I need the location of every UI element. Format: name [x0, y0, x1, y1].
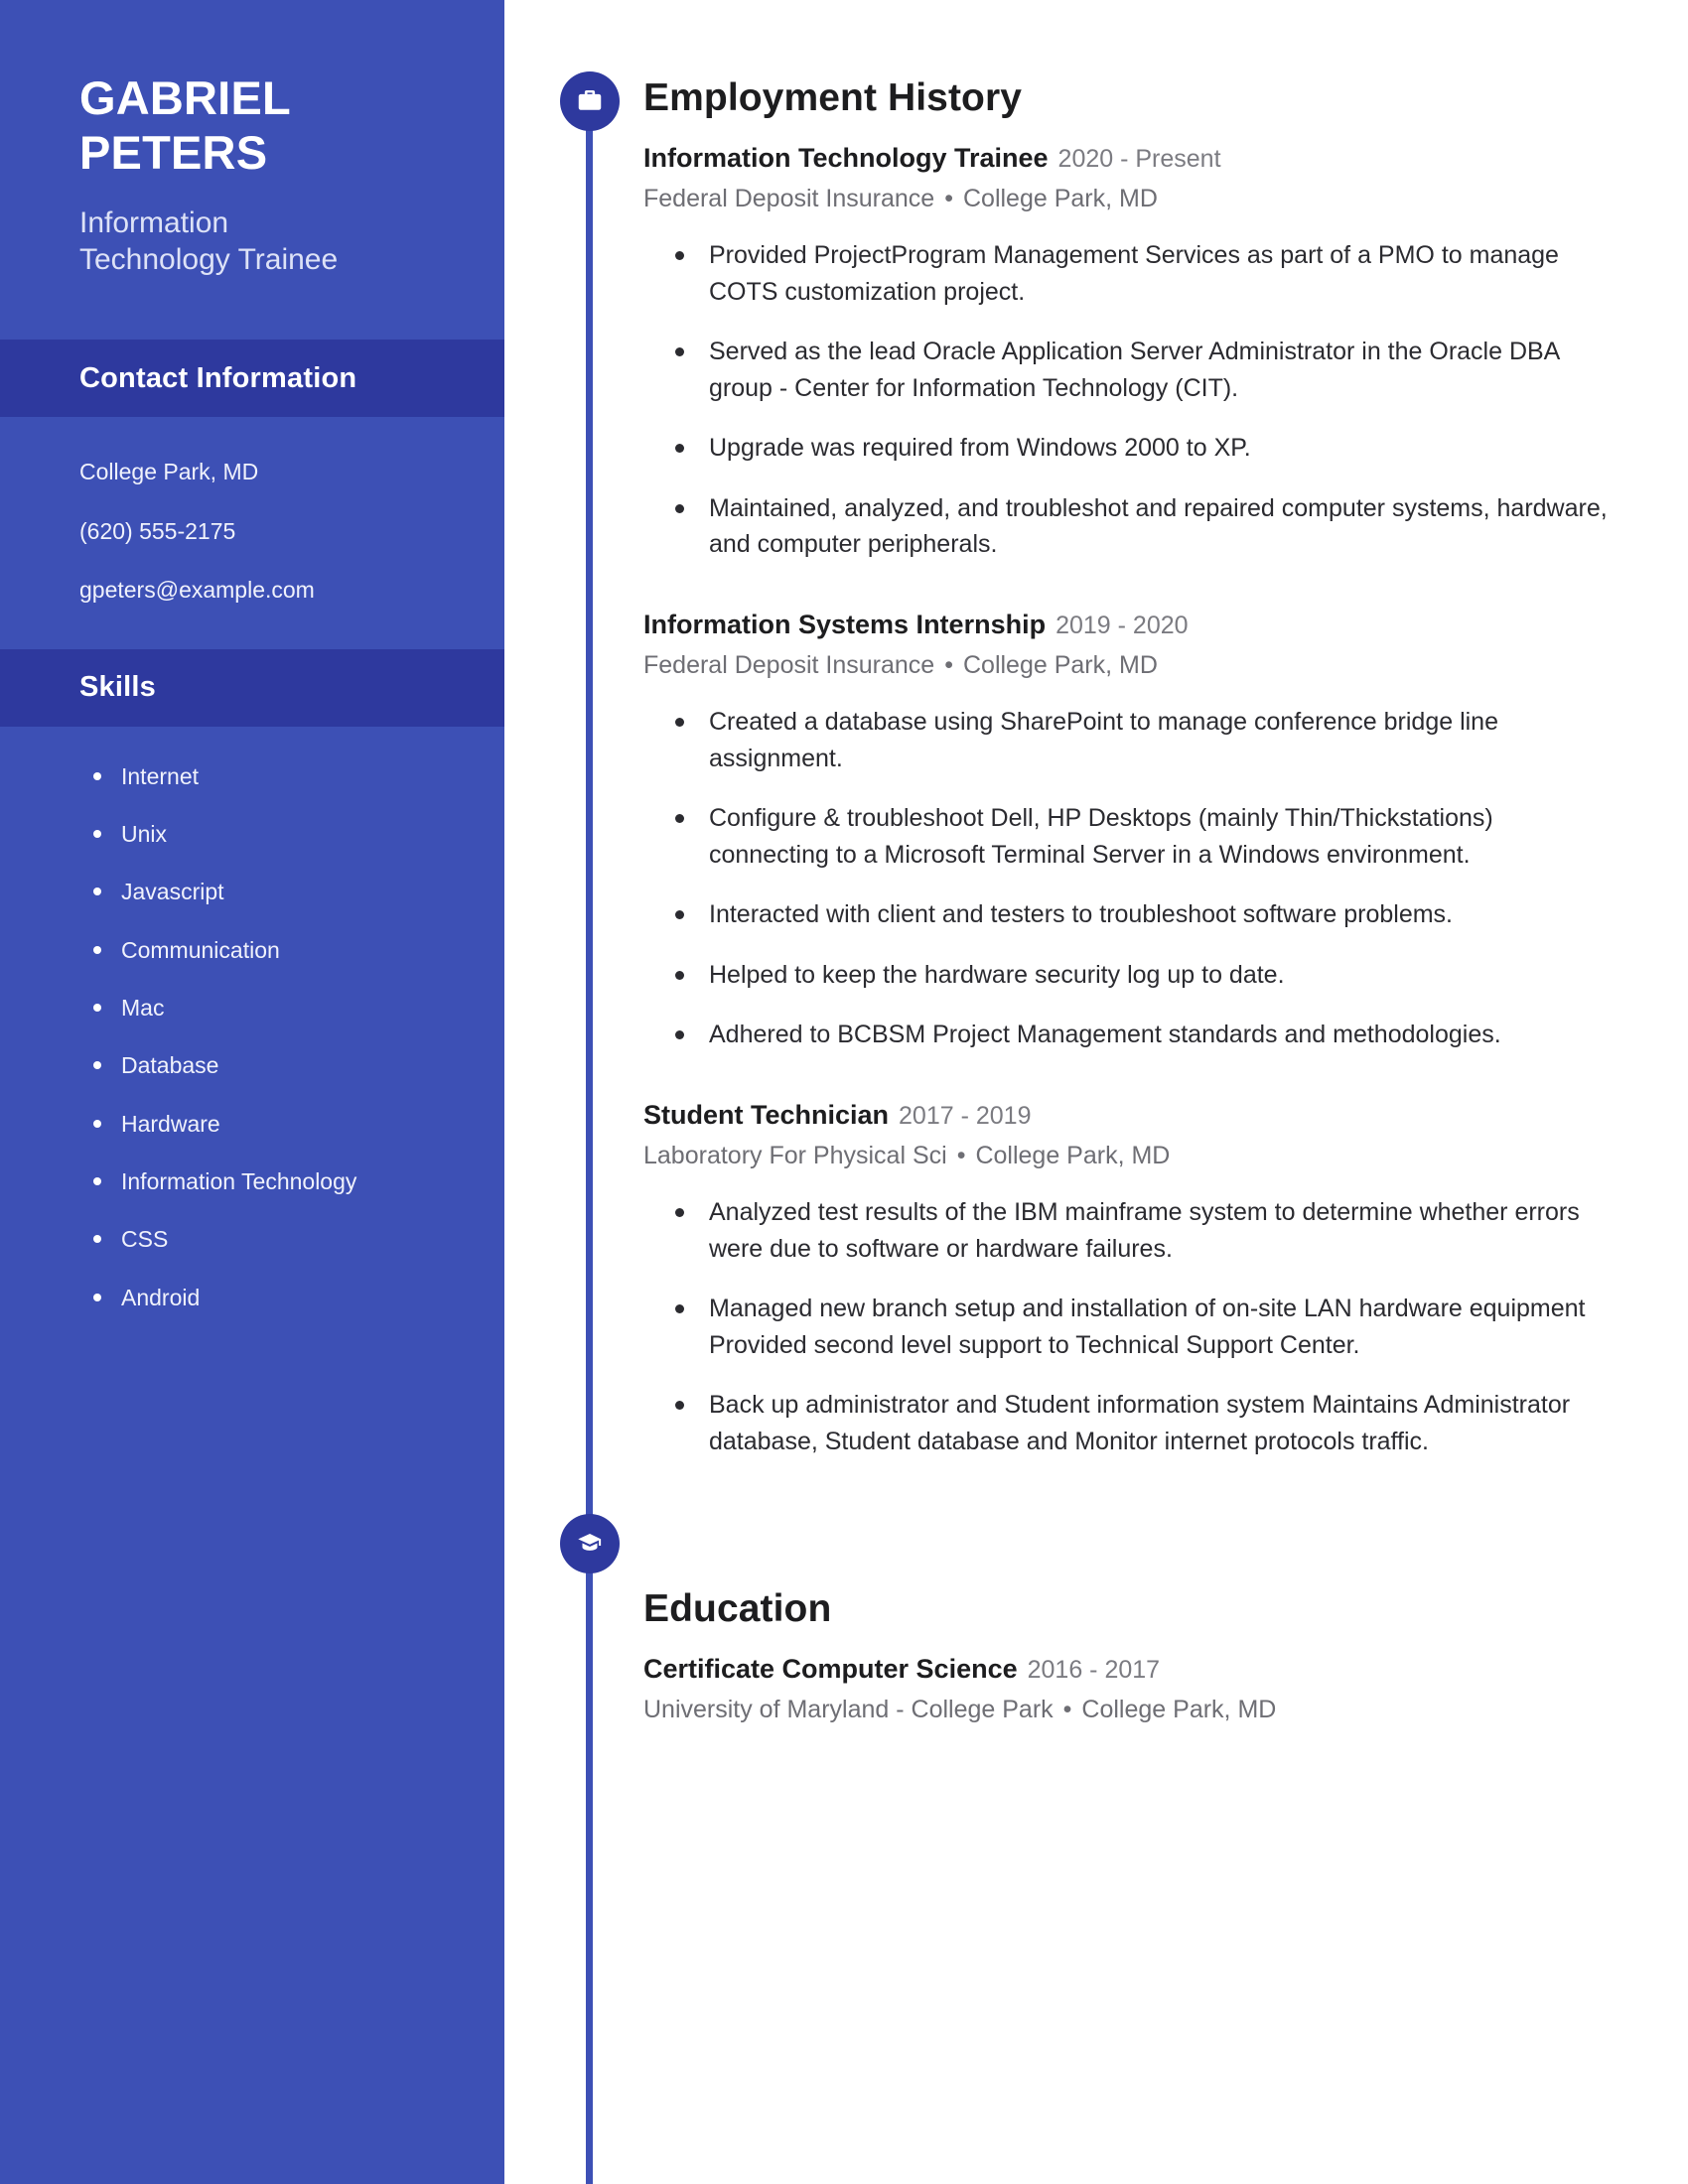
role-line-2: Technology Trainee [79, 242, 339, 276]
role-subtitle: Information Technology Trainee [79, 205, 433, 278]
skill-item: Information Technology [91, 1165, 455, 1198]
skill-item: CSS [91, 1223, 455, 1256]
employment-entry: Student Technician 2017 - 2019 Laboratory… [643, 1099, 1617, 1460]
entry-headline: Student Technician 2017 - 2019 [643, 1099, 1617, 1133]
entry-location: College Park, MD [962, 184, 1158, 212]
sidebar: GABRIEL PETERS Information Technology Tr… [0, 0, 504, 2184]
identity-block: GABRIEL PETERS Information Technology Tr… [0, 0, 504, 278]
section-education: Education Certificate Computer Science 20… [643, 1587, 1617, 1727]
skill-item: Mac [91, 992, 455, 1024]
entry-meta: Laboratory For Physical Sci • College Park… [643, 1140, 1617, 1173]
education-heading: Education [643, 1587, 832, 1631]
bullet-item: Interacted with client and testers to tr… [673, 896, 1617, 933]
meta-separator: • [1062, 1696, 1072, 1724]
bullet-item: Configure & troubleshoot Dell, HP Deskto… [673, 800, 1617, 873]
main-content: Employment History Information Technolog… [643, 0, 1617, 1727]
contact-location: College Park, MD [79, 459, 259, 485]
skill-item: Android [91, 1282, 455, 1314]
role-line-1: Information [79, 206, 229, 240]
entry-meta: Federal Deposit Insurance • College Park, … [643, 649, 1617, 683]
entry-company: Federal Deposit Insurance [643, 184, 935, 212]
skill-item: Hardware [91, 1108, 455, 1141]
entry-location: College Park, MD [962, 650, 1158, 679]
last-name: PETERS [79, 125, 268, 179]
entry-bullets: Analyzed test results of the IBM mainfra… [643, 1194, 1617, 1459]
bullet-item: Created a database using SharePoint to m… [673, 704, 1617, 776]
contact-phone[interactable]: (620) 555-2175 [79, 514, 435, 549]
entry-dates: 2020 - Present [1057, 144, 1221, 173]
contact-list: College Park, MD (620) 555-2175 gpeters@… [0, 417, 504, 608]
timeline-rail [586, 87, 593, 2184]
entry-company: Federal Deposit Insurance [643, 650, 935, 679]
entry-title: Information Systems Internship [643, 609, 1047, 639]
skill-item: Communication [91, 934, 455, 967]
entry-title: Information Technology Trainee [643, 142, 1049, 173]
entry-headline: Certificate Computer Science 2016 - 2017 [643, 1653, 1617, 1687]
entry-headline: Information Systems Internship 2019 - 202… [643, 609, 1617, 642]
skill-item: Database [91, 1049, 455, 1082]
contact-email[interactable]: gpeters@example.com [79, 573, 435, 608]
entry-company: Laboratory For Physical Sci [643, 1141, 947, 1169]
education-entry: Certificate Computer Science 2016 - 2017 … [643, 1653, 1617, 1727]
bullet-item: Maintained, analyzed, and troubleshot an… [673, 490, 1617, 563]
meta-separator: • [944, 184, 953, 212]
skill-item: Javascript [91, 876, 455, 908]
entry-title: Certificate Computer Science [643, 1654, 1018, 1685]
entry-title: Student Technician [643, 1099, 890, 1130]
employment-entry: Information Technology Trainee 2020 - Pre… [643, 142, 1617, 563]
entry-dates: 2016 - 2017 [1027, 1656, 1161, 1685]
skills-list: Internet Unix Javascript Communication M… [0, 727, 504, 1314]
entry-headline: Information Technology Trainee 2020 - Pre… [643, 142, 1617, 176]
bullet-item: Managed new branch setup and installatio… [673, 1291, 1617, 1363]
entry-bullets: Created a database using SharePoint to m… [643, 704, 1617, 1053]
entry-meta: University of Maryland - College Park • Co… [643, 1694, 1617, 1727]
bullet-item: Helped to keep the hardware security log… [673, 957, 1617, 994]
skills-heading: Skills [79, 671, 156, 704]
contact-heading: Contact Information [79, 361, 357, 394]
skill-item: Internet [91, 760, 455, 793]
entry-dates: 2017 - 2019 [899, 1101, 1032, 1130]
section-employment-history: Employment History Information Technolog… [643, 76, 1617, 1460]
entry-dates: 2019 - 2020 [1055, 611, 1189, 639]
briefcase-icon [560, 71, 620, 131]
graduation-cap-icon [560, 1514, 620, 1573]
skills-section-header: Skills [0, 648, 504, 727]
meta-separator: • [944, 650, 953, 679]
entry-meta: Federal Deposit Insurance • College Park, … [643, 183, 1617, 216]
meta-separator: • [956, 1141, 966, 1169]
employment-heading: Employment History [643, 76, 1023, 119]
employment-entry: Information Systems Internship 2019 - 202… [643, 609, 1617, 1053]
bullet-item: Provided ProjectProgram Management Servi… [673, 237, 1617, 310]
contact-section-header: Contact Information [0, 340, 504, 418]
bullet-item: Served as the lead Oracle Application Se… [673, 334, 1617, 406]
entry-location: College Park, MD [1081, 1696, 1277, 1724]
bullet-item: Adhered to BCBSM Project Management stan… [673, 1017, 1617, 1053]
bullet-item: Upgrade was required from Windows 2000 t… [673, 430, 1617, 467]
first-name: GABRIEL [79, 71, 291, 124]
entry-school: University of Maryland - College Park [643, 1696, 1054, 1724]
bullet-item: Analyzed test results of the IBM mainfra… [673, 1194, 1617, 1267]
entry-location: College Park, MD [975, 1141, 1171, 1169]
entry-bullets: Provided ProjectProgram Management Servi… [643, 237, 1617, 563]
resume-page: GABRIEL PETERS Information Technology Tr… [0, 0, 1688, 2184]
bullet-item: Back up administrator and Student inform… [673, 1387, 1617, 1459]
skill-item: Unix [91, 818, 455, 851]
